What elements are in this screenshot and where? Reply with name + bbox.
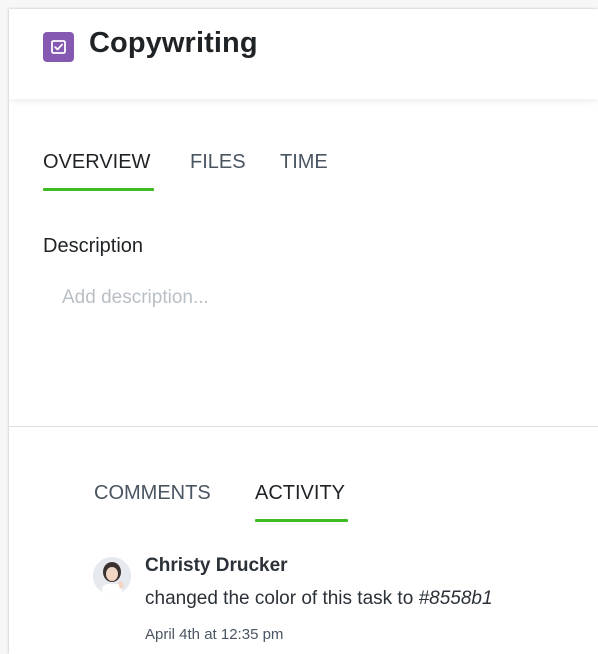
- activity-action: changed the color of this task to: [145, 588, 414, 609]
- activity-timestamp: April 4th at 12:35 pm: [145, 626, 284, 643]
- checkbox-icon: [43, 32, 74, 62]
- activity-text: changed the color of this task to #8558b…: [145, 588, 493, 610]
- tab-time[interactable]: TIME: [280, 151, 328, 174]
- avatar[interactable]: [93, 557, 131, 595]
- task-detail-panel: Copywriting OVERVIEW FILES TIME Descript…: [9, 9, 598, 654]
- tab-activity[interactable]: ACTIVITY: [255, 482, 345, 505]
- task-header: Copywriting: [9, 9, 598, 99]
- section-divider: [9, 426, 598, 427]
- activity-color-value: #8558b1: [418, 588, 493, 609]
- active-tab-indicator: [43, 188, 154, 191]
- tab-overview[interactable]: OVERVIEW: [43, 151, 150, 174]
- activity-user-name[interactable]: Christy Drucker: [145, 555, 288, 577]
- active-feed-tab-indicator: [255, 519, 348, 522]
- task-title: Copywriting: [89, 27, 258, 59]
- description-input[interactable]: [43, 280, 582, 316]
- tab-comments[interactable]: COMMENTS: [94, 482, 211, 505]
- description-label: Description: [43, 235, 144, 257]
- tab-files[interactable]: FILES: [190, 151, 246, 174]
